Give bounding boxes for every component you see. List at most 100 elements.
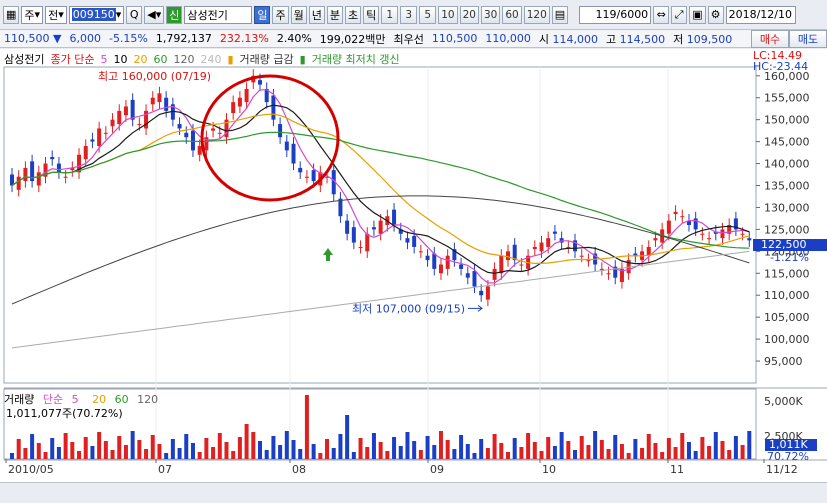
interval-button-120[interactable]: 120 xyxy=(523,5,550,24)
interval-button-60[interactable]: 60 xyxy=(502,5,522,24)
y-tick-label: 145,000 xyxy=(764,136,810,149)
volume-bar xyxy=(70,442,75,459)
candle-body xyxy=(646,246,651,256)
candle-body xyxy=(164,97,169,111)
legend-vol-low: 거래량 최저치 갱신 xyxy=(311,53,400,66)
candle-body xyxy=(258,80,262,85)
volume-bar xyxy=(445,440,450,459)
period-tab-6[interactable]: 틱 xyxy=(363,5,380,24)
volume-value: 1,011,077주(70.72%) xyxy=(6,407,123,420)
x-tick-label: 09 xyxy=(430,463,444,476)
current-price-marker: 122,500 xyxy=(753,239,827,251)
volume-bar xyxy=(459,435,464,459)
volume-bar xyxy=(97,432,102,459)
interval-button-30[interactable]: 30 xyxy=(480,5,501,24)
period-tab-5[interactable]: 초 xyxy=(344,5,362,24)
candle-body xyxy=(150,97,155,105)
count-input[interactable]: 119/6000 xyxy=(579,5,652,24)
volume-bar xyxy=(83,437,88,459)
candle-body xyxy=(56,163,61,173)
volume-bar xyxy=(211,447,216,459)
volume-bar xyxy=(452,449,457,459)
volume-bar xyxy=(707,446,712,459)
period-tab-3[interactable]: 년 xyxy=(308,5,325,24)
speaker-icon[interactable]: ◀▾ xyxy=(144,5,165,24)
interval-button-1[interactable]: 1 xyxy=(381,5,399,24)
low-annotation: 최저 107,000 (09/15) xyxy=(352,302,465,315)
candle-body xyxy=(117,110,122,125)
candle-body xyxy=(365,233,370,252)
period-tab-2[interactable]: 월 xyxy=(290,5,307,24)
candle-body xyxy=(438,264,443,274)
interval-button-3[interactable]: 3 xyxy=(400,5,418,24)
candle-body xyxy=(10,174,14,186)
search-icon[interactable]: Q xyxy=(126,5,143,24)
period-tab-4[interactable]: 분 xyxy=(326,5,343,24)
period-tab-1[interactable]: 주 xyxy=(272,5,289,24)
volume-bar xyxy=(137,440,142,459)
volume-bar xyxy=(110,450,115,459)
legend-ma5: 5 xyxy=(100,52,108,66)
save-icon[interactable]: ▣ xyxy=(689,5,706,24)
legend-ma120: 120 xyxy=(173,52,195,66)
change-pct: -5.15% xyxy=(108,32,148,45)
volume-bar xyxy=(519,447,524,459)
volume-bar xyxy=(606,449,611,459)
chart-area[interactable]: 160,000 155,000 150,000 145,000 140,000 135,0… xyxy=(0,49,827,503)
candle-body xyxy=(90,139,95,142)
period-tabs: 일주월년분초틱 xyxy=(253,5,380,24)
candle-body xyxy=(653,238,658,241)
jeon-select[interactable]: 전 ▾ xyxy=(45,5,67,24)
volume-bar xyxy=(311,444,316,459)
date-input[interactable]: 2018/12/10 xyxy=(725,5,796,24)
candle-body xyxy=(123,106,128,116)
volume-bar xyxy=(284,431,289,459)
candle-body xyxy=(211,128,216,131)
candle-body xyxy=(16,176,21,190)
code-input[interactable]: 009150 ▾ xyxy=(68,5,125,24)
volume-bar xyxy=(566,441,571,459)
candle-body xyxy=(197,146,202,155)
legend-ma60: 60 xyxy=(153,52,168,66)
settings-grid-icon[interactable]: ▤ xyxy=(551,5,569,24)
volume-bar xyxy=(539,451,544,459)
volume-bar xyxy=(338,434,343,459)
high-annotation: 최고 160,000 (07/19) xyxy=(98,70,211,83)
fit-icon[interactable]: ⤢ xyxy=(671,5,688,24)
volume-bar xyxy=(686,442,691,459)
interval-button-10[interactable]: 10 xyxy=(438,5,458,24)
high-price: 고 114,500 xyxy=(606,32,666,46)
volume-bar xyxy=(559,432,564,459)
candle-body xyxy=(519,264,524,266)
candle-body xyxy=(425,255,430,261)
vol-drop-icon: ▮ xyxy=(227,52,234,66)
volume-bar xyxy=(77,451,82,459)
interval-button-20[interactable]: 20 xyxy=(459,5,479,24)
candle-body xyxy=(445,255,450,269)
chart-menu-icon[interactable]: ▦ xyxy=(3,5,20,24)
buy-button[interactable]: 매수 xyxy=(751,30,789,48)
candle-body xyxy=(23,167,28,182)
volume-bar xyxy=(63,433,68,459)
volume-bar xyxy=(385,451,390,459)
sell-button[interactable]: 매도 xyxy=(789,30,827,48)
candle-body xyxy=(190,130,195,151)
candle-body xyxy=(231,102,236,114)
candle-body xyxy=(459,264,464,269)
sin-button[interactable]: 신 xyxy=(166,5,183,24)
volume-bar xyxy=(351,452,356,459)
volume-bar xyxy=(325,439,330,459)
volume-bar xyxy=(184,434,189,459)
interval-button-5[interactable]: 5 xyxy=(419,5,437,24)
mode-icon[interactable]: ⇔ xyxy=(653,5,670,24)
gear-icon[interactable]: ⚙ xyxy=(707,5,724,24)
candle-body xyxy=(579,255,584,257)
period-tab-0[interactable]: 일 xyxy=(254,5,271,24)
volume-bar xyxy=(666,438,671,459)
market-select[interactable]: 주 ▾ xyxy=(21,5,44,24)
best-sell: 110,500 xyxy=(431,32,478,45)
volume-bar xyxy=(157,444,162,459)
volume-bar xyxy=(552,446,557,459)
volume-bar xyxy=(264,450,269,459)
volume-bar xyxy=(425,436,430,459)
